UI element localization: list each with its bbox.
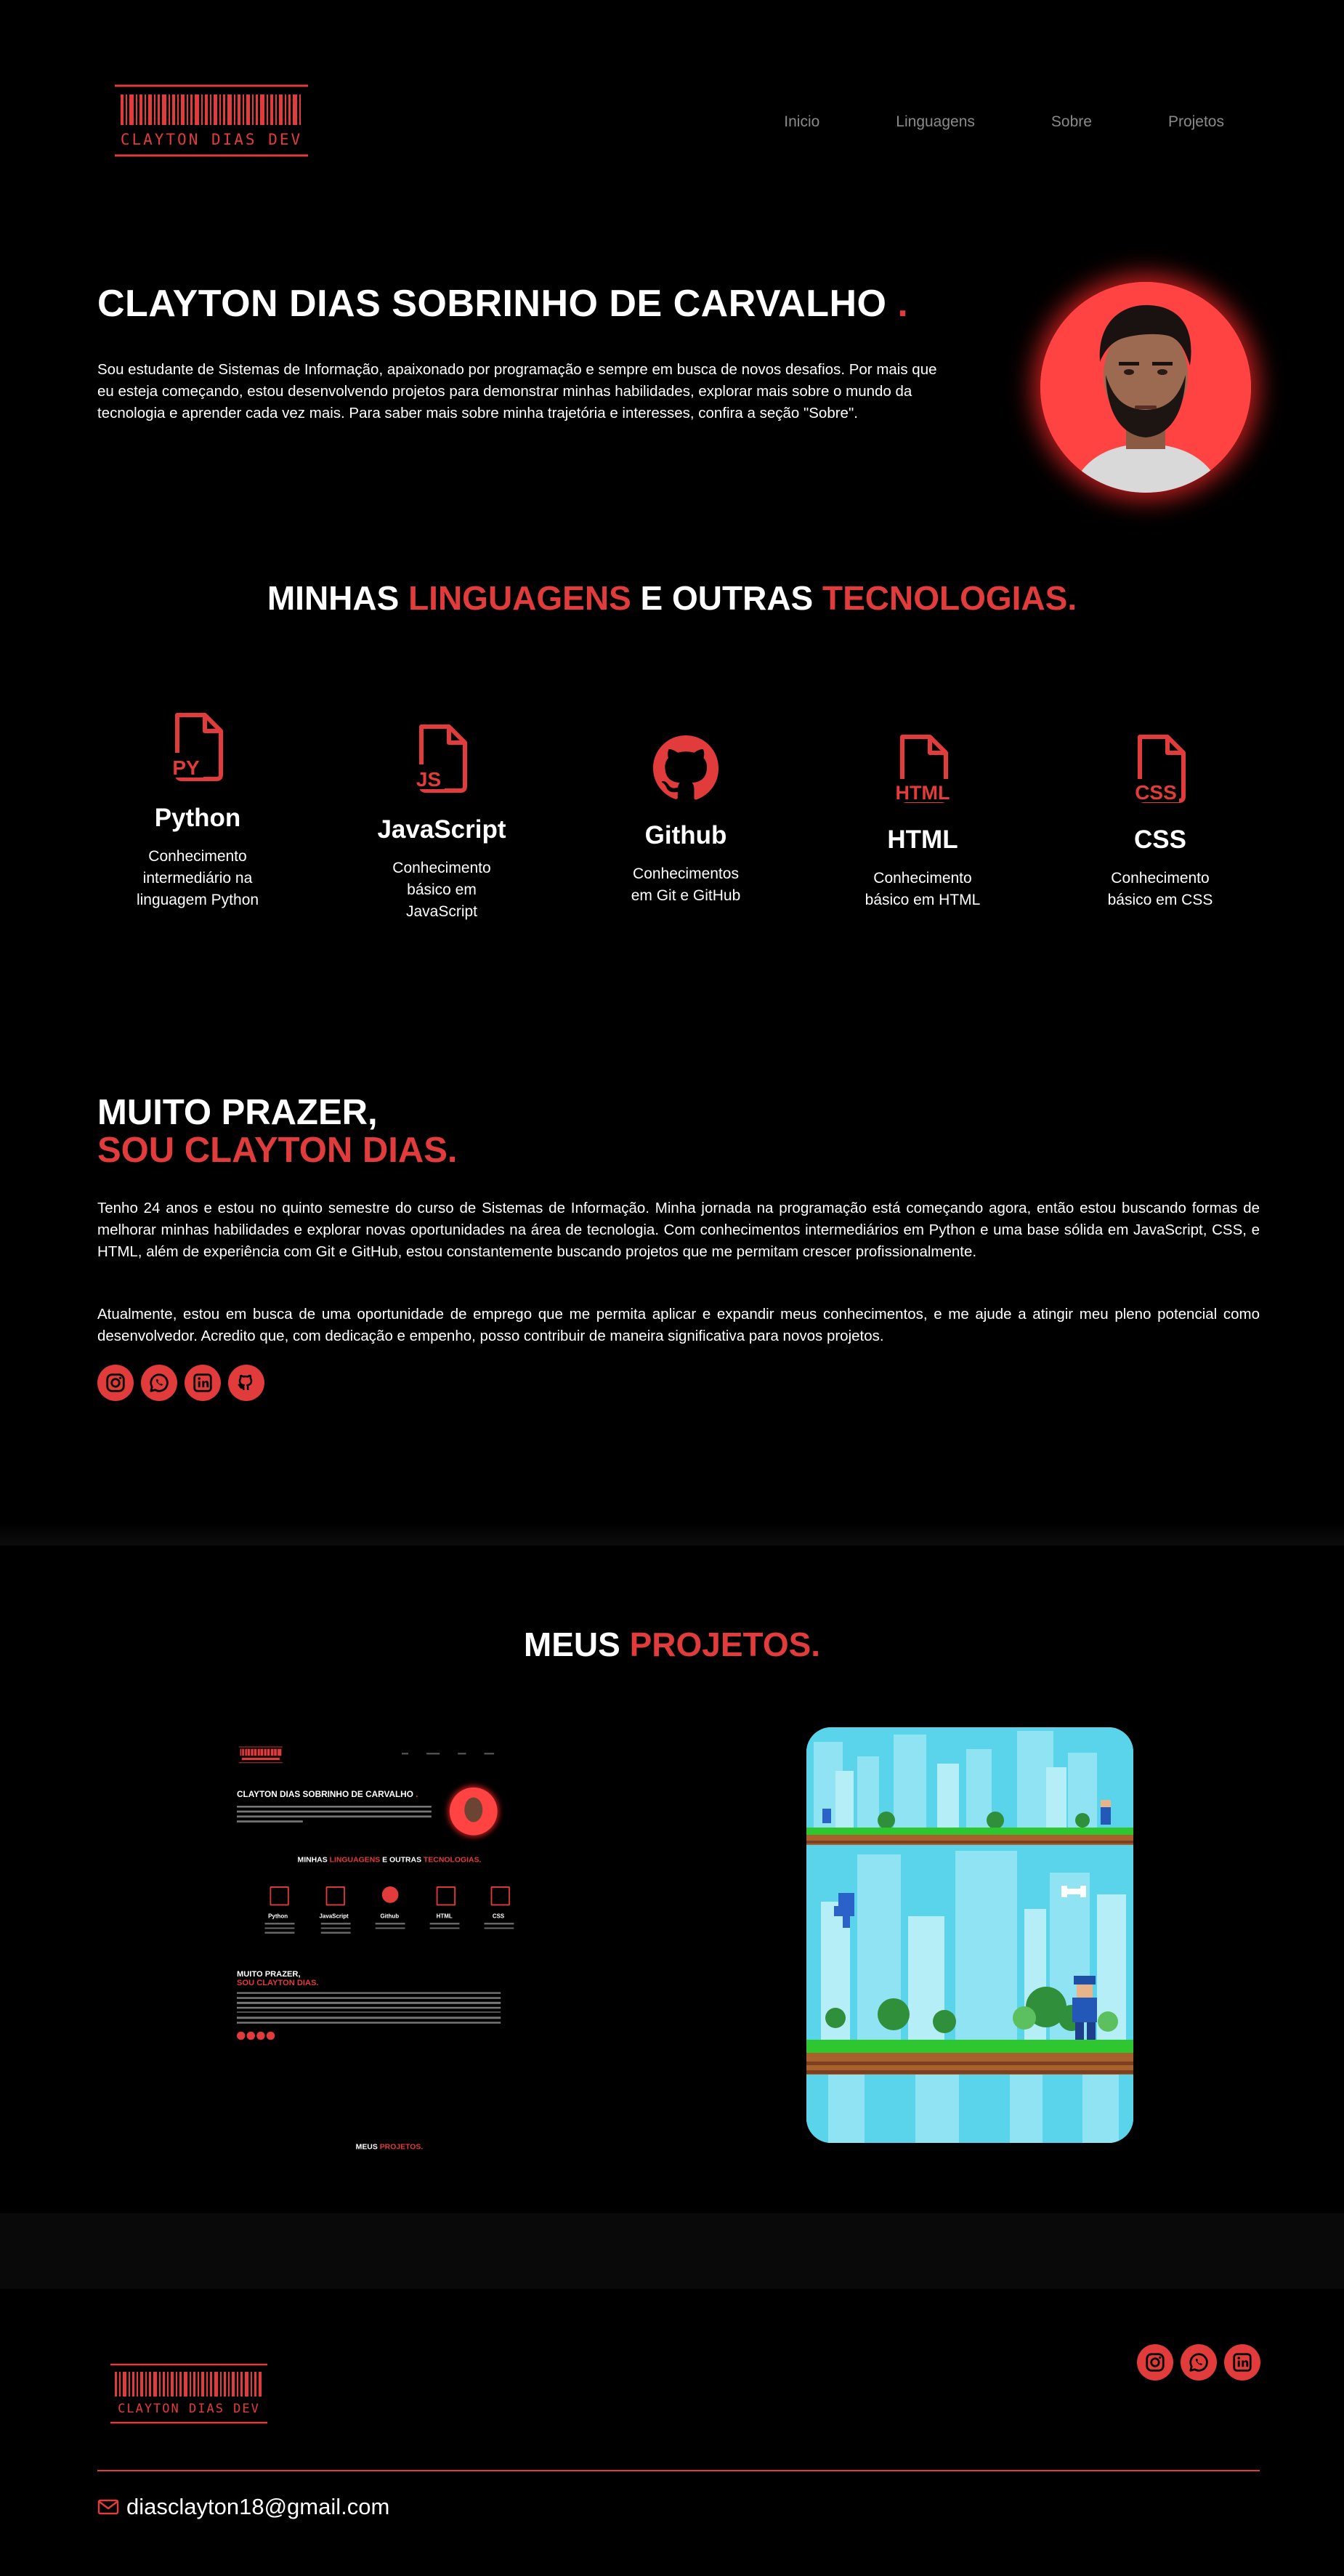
whatsapp-icon[interactable] <box>141 1365 177 1401</box>
github-icon[interactable] <box>228 1365 264 1401</box>
css-file-icon: CSS <box>1131 735 1186 804</box>
skill-card-python: PY Python Conhecimento intermediário na … <box>89 712 307 911</box>
github-icon <box>652 735 719 800</box>
skill-name: JavaScript <box>377 815 506 844</box>
footer-email[interactable]: diasclayton18@gmail.com <box>97 2494 389 2520</box>
projects-title-b: PROJETOS. <box>629 1626 821 1663</box>
skill-desc: Conhecimento básico em CSS <box>1107 870 1213 908</box>
hero-bio: Sou estudante de Sistemas de Informação,… <box>97 361 937 421</box>
svg-text:CSS: CSS <box>1135 781 1177 804</box>
projects-title-a: MEUS <box>523 1626 630 1663</box>
linkedin-icon[interactable] <box>185 1365 221 1401</box>
skills-title-b: LINGUAGENS <box>408 579 631 617</box>
nav-projetos[interactable]: Projetos <box>1168 113 1224 131</box>
footer-logo[interactable]: CLAYTON DIAS DEV <box>109 2362 269 2425</box>
skill-card-github: Github Conhecimentos em Git e GitHub <box>577 734 795 907</box>
javascript-file-icon: JS <box>413 724 467 793</box>
about-paragraph-2: Atualmente, estou em busca de uma oportu… <box>97 1306 1260 1344</box>
svg-text:JS: JS <box>416 768 441 791</box>
skill-desc: Conhecimento intermediário na linguagem … <box>136 848 259 908</box>
instagram-icon[interactable] <box>1137 2344 1173 2381</box>
skill-desc: Conhecimento básico em JavaScript <box>392 860 491 920</box>
hero-name: CLAYTON DIAS SOBRINHO DE CARVALHO <box>97 283 887 325</box>
main-nav: Inicio Linguagens Sobre Projetos <box>784 113 1224 131</box>
skills-title: MINHAS LINGUAGENS E OUTRAS TECNOLOGIAS. <box>0 578 1344 618</box>
svg-text:HTML: HTML <box>896 782 950 804</box>
skill-card-html: HTML HTML Conhecimento básico em HTML <box>814 734 1032 911</box>
section-divider <box>0 2213 1344 2289</box>
hero-title: CLAYTON DIAS SOBRINHO DE CARVALHO . <box>97 282 908 326</box>
email-address[interactable]: diasclayton18@gmail.com <box>126 2494 389 2520</box>
project-card-game[interactable] <box>806 1727 1133 2143</box>
footer-social-links <box>1137 2344 1260 2381</box>
svg-text:CLAYTON DIAS DEV: CLAYTON DIAS DEV <box>118 2402 260 2416</box>
skill-card-css: CSS CSS Conhecimento básico em CSS <box>1051 734 1269 911</box>
skills-title-c: E OUTRAS <box>631 579 823 617</box>
projects-title: MEUS PROJETOS. <box>0 1625 1344 1664</box>
about-title: MUITO PRAZER, SOU CLAYTON DIAS. <box>97 1094 458 1169</box>
section-divider <box>0 1522 1344 1546</box>
hero-dot: . <box>897 283 909 325</box>
skills-title-d: TECNOLOGIAS. <box>822 579 1077 617</box>
skill-card-javascript: JS JavaScript Conhecimento básico em Jav… <box>333 724 551 923</box>
footer-divider <box>97 2470 1260 2471</box>
skill-desc: Conhecimentos em Git e GitHub <box>631 865 741 904</box>
about-paragraph-1: Tenho 24 anos e estou no quinto semestre… <box>97 1200 1260 1260</box>
profile-avatar <box>1040 282 1251 493</box>
html-file-icon: HTML <box>891 735 953 804</box>
about-title-line1: MUITO PRAZER, <box>97 1093 378 1132</box>
nav-linguagens[interactable]: Linguagens <box>896 113 975 131</box>
nav-inicio[interactable]: Inicio <box>784 113 819 131</box>
linkedin-icon[interactable] <box>1224 2344 1260 2381</box>
nav-sobre[interactable]: Sobre <box>1051 113 1092 131</box>
instagram-icon[interactable] <box>97 1365 134 1401</box>
about-title-line2: SOU CLAYTON DIAS. <box>97 1131 458 1170</box>
skill-name: Python <box>154 804 241 832</box>
svg-text:CLAYTON DIAS DEV: CLAYTON DIAS DEV <box>121 131 302 148</box>
svg-text:PY: PY <box>172 756 200 779</box>
about-social-links <box>97 1365 264 1401</box>
skills-title-a: MINHAS <box>267 579 409 617</box>
skill-name: CSS <box>1134 825 1186 854</box>
skill-name: Github <box>644 821 727 849</box>
mail-icon <box>97 2499 119 2515</box>
skill-name: HTML <box>887 825 958 854</box>
skill-desc: Conhecimento básico em HTML <box>865 870 981 908</box>
project-card-portfolio[interactable]: CLAYTON DIAS SOBRINHO DE CARVALHO . MINH… <box>237 1740 542 2150</box>
whatsapp-icon[interactable] <box>1181 2344 1217 2381</box>
site-logo[interactable]: CLAYTON DIAS DEV <box>113 83 309 158</box>
game-screenshot-image <box>806 1727 1133 2143</box>
python-file-icon: PY <box>169 713 223 781</box>
